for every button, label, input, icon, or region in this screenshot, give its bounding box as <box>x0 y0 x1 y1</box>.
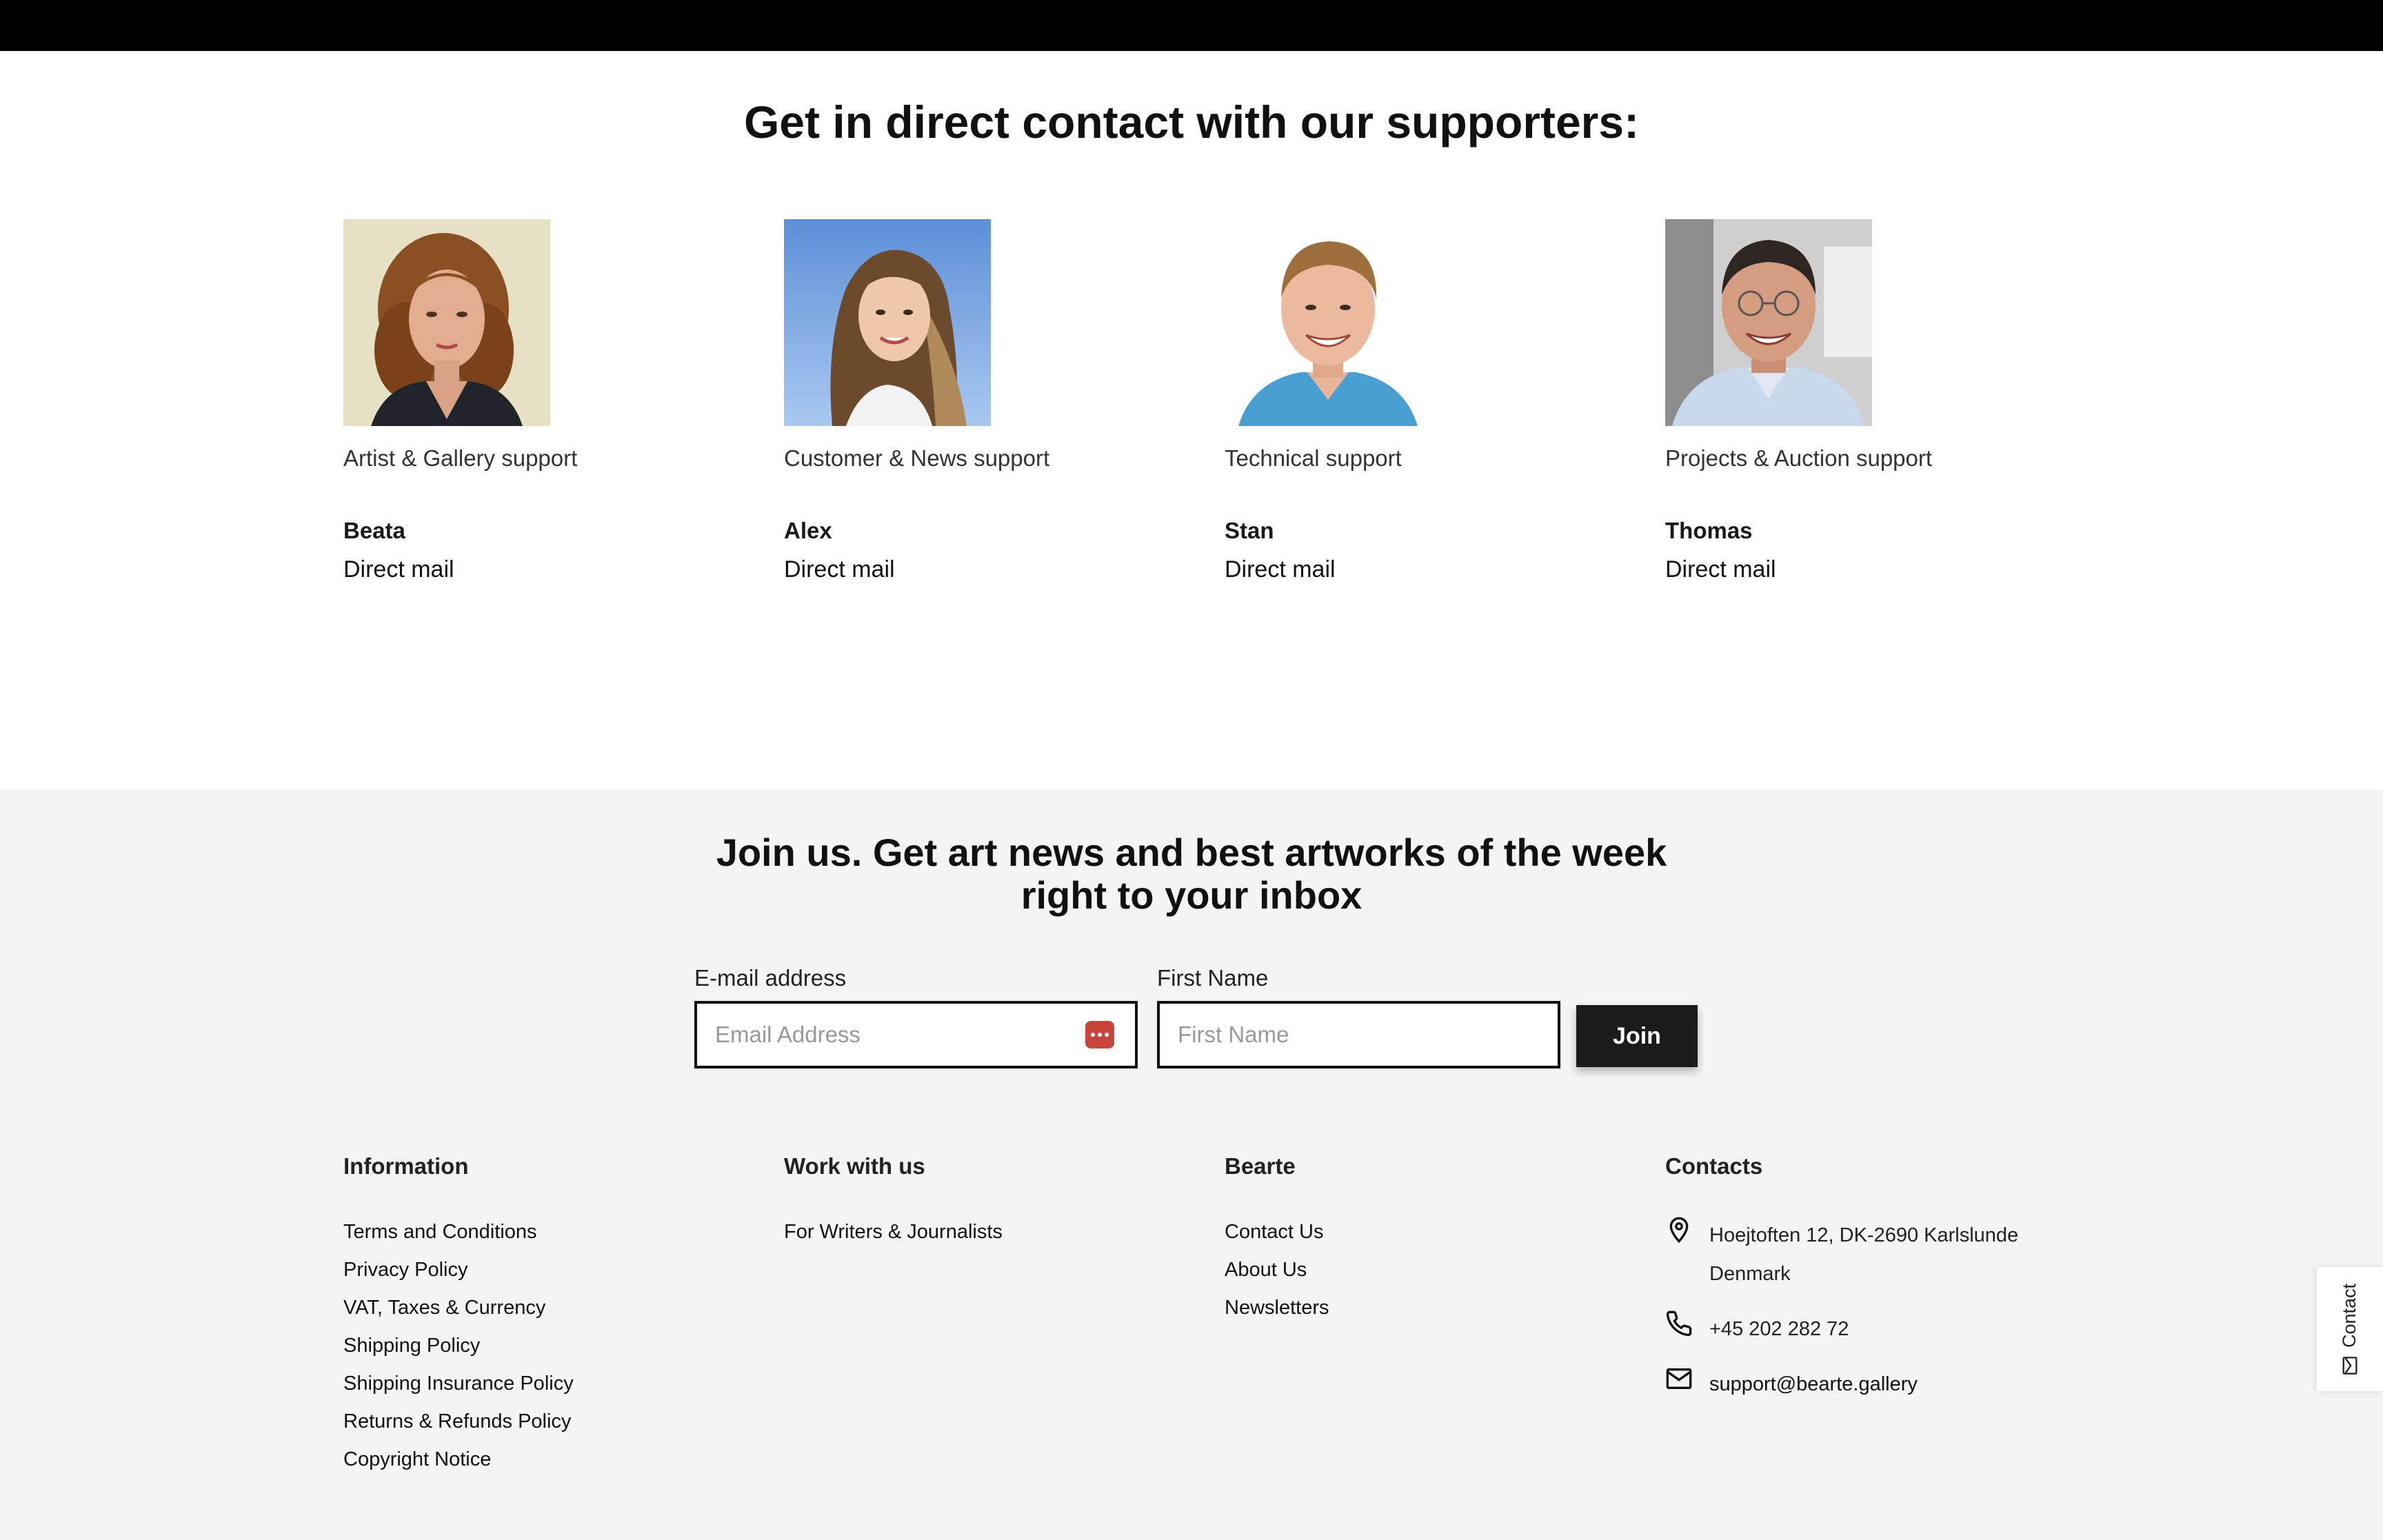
footer-heading-work: Work with us <box>784 1153 925 1179</box>
footer-link-privacy[interactable]: Privacy Policy <box>343 1251 785 1289</box>
direct-mail-link[interactable]: Direct mail <box>343 554 771 585</box>
direct-mail-link[interactable]: Direct mail <box>784 554 1211 585</box>
phone-icon <box>1665 1310 1693 1337</box>
email-label: E-mail address <box>694 965 847 991</box>
supporter-photo-thomas <box>1665 219 1872 426</box>
join-button[interactable]: Join <box>1576 1005 1698 1067</box>
footer-link-copyright[interactable]: Copyright Notice <box>343 1441 785 1479</box>
supporter-photo-beata <box>343 219 550 426</box>
supporter-photo-alex <box>784 219 991 426</box>
supporter-card-thomas: Projects & Auction support Thomas Direct… <box>1665 219 2093 585</box>
supporter-role: Technical support <box>1225 445 1402 471</box>
supporter-card-stan: Technical support Stan Direct mail <box>1225 219 1652 585</box>
direct-mail-link[interactable]: Direct mail <box>1665 554 2093 585</box>
footer-column-information: Information Terms and Conditions Privacy… <box>343 1153 785 1479</box>
contact-email: support@bearte.gallery <box>1665 1365 2162 1404</box>
supporters-title: Get in direct contact with our supporter… <box>743 97 1640 148</box>
supporter-card-beata: Artist & Gallery support Beata Direct ma… <box>343 219 771 585</box>
address-line2: Denmark <box>1709 1262 1791 1285</box>
envelope-icon <box>2340 1356 2360 1375</box>
newsletter-title-line2: right to your inbox <box>1020 873 1363 917</box>
supporter-role: Artist & Gallery support <box>343 445 578 471</box>
contact-address: Hoejtoften 12, DK-2690 Karlslunde Denmar… <box>1665 1216 2162 1293</box>
contact-tab-label: Contact <box>2339 1283 2360 1348</box>
footer-heading-bearte: Bearte <box>1225 1153 1296 1179</box>
supporter-photo-stan <box>1225 219 1431 426</box>
supporter-card-alex: Customer & News support Alex Direct mail <box>784 219 1211 585</box>
direct-mail-link[interactable]: Direct mail <box>1225 554 1652 585</box>
supporter-role: Customer & News support <box>784 445 1050 471</box>
footer-link-contact-us[interactable]: Contact Us <box>1225 1213 1666 1251</box>
footer-link-writers[interactable]: For Writers & Journalists <box>784 1213 1225 1251</box>
supporter-role: Projects & Auction support <box>1665 445 1933 471</box>
contact-email-link[interactable]: support@bearte.gallery <box>1709 1365 1918 1404</box>
top-bar <box>0 0 2383 51</box>
footer-link-shipping-insurance[interactable]: Shipping Insurance Policy <box>343 1365 785 1403</box>
supporter-name: Alex <box>784 517 832 543</box>
footer: Join us. Get art news and best artworks … <box>0 790 2383 1540</box>
footer-link-about-us[interactable]: About Us <box>1225 1251 1666 1289</box>
password-manager-icon[interactable] <box>1085 1021 1114 1048</box>
supporters-section: Get in direct contact with our supporter… <box>0 51 2383 790</box>
contact-side-tab[interactable]: Contact <box>2317 1267 2383 1391</box>
footer-link-terms[interactable]: Terms and Conditions <box>343 1213 785 1251</box>
envelope-icon <box>1665 1365 1693 1392</box>
footer-link-shipping[interactable]: Shipping Policy <box>343 1327 785 1365</box>
contact-phone: +45 202 282 72 <box>1665 1310 2162 1348</box>
first-name-placeholder: First Name <box>1178 1022 1289 1047</box>
supporter-name: Stan <box>1225 517 1274 543</box>
footer-column-contacts: Contacts Hoejtoften 12, DK-2690 Karlslun… <box>1665 1153 2162 1404</box>
first-name-input[interactable]: First Name <box>1157 1001 1560 1068</box>
footer-link-vat[interactable]: VAT, Taxes & Currency <box>343 1289 785 1327</box>
map-pin-icon <box>1665 1216 1693 1244</box>
address-line1: Hoejtoften 12, DK-2690 Karlslunde <box>1709 1224 2019 1246</box>
first-name-label: First Name <box>1157 965 1269 991</box>
footer-heading-contacts: Contacts <box>1665 1153 1763 1179</box>
footer-column-bearte: Bearte Contact Us About Us Newsletters <box>1225 1153 1666 1327</box>
contact-phone-text[interactable]: +45 202 282 72 <box>1709 1310 1849 1348</box>
email-input[interactable]: Email Address <box>694 1001 1138 1068</box>
newsletter-title-line1: Join us. Get art news and best artworks … <box>716 831 1667 874</box>
supporter-name: Thomas <box>1665 517 1753 543</box>
footer-link-returns[interactable]: Returns & Refunds Policy <box>343 1403 785 1441</box>
supporter-name: Beata <box>343 517 405 543</box>
newsletter-title: Join us. Get art news and best artworks … <box>0 831 2383 917</box>
footer-column-work: Work with us For Writers & Journalists <box>784 1153 1225 1251</box>
email-placeholder: Email Address <box>715 1022 861 1047</box>
footer-link-newsletters[interactable]: Newsletters <box>1225 1289 1666 1327</box>
footer-heading-information: Information <box>343 1153 469 1179</box>
